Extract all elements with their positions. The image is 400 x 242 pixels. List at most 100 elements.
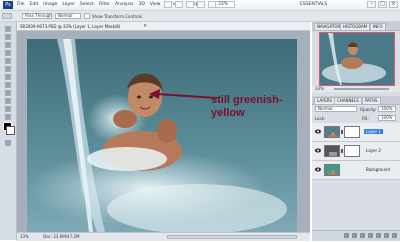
quick-select-tool-icon[interactable] (5, 50, 11, 56)
navigator-panel-header: NAVIGATOR HISTOGRAM INFO (312, 22, 400, 31)
close-document-icon[interactable]: × (143, 23, 147, 29)
view-tools (164, 1, 216, 8)
tab-channels[interactable]: CHANNELS (334, 97, 362, 105)
show-transform-checkbox[interactable] (84, 13, 90, 19)
tab-layers[interactable]: LAYERS (314, 97, 336, 105)
opacity-label: Opacity: (360, 107, 377, 112)
layer-mask-thumbnail[interactable] (344, 126, 360, 138)
navigator-thumbnail (320, 33, 394, 85)
layer-mask-thumbnail[interactable] (344, 145, 360, 157)
status-bar: 33% Doc: 23.6M/47.2M (17, 232, 310, 241)
layer-name[interactable]: Layer 2 (364, 148, 383, 153)
options-bar: Pass Through Normal Show Transform Contr… (0, 11, 400, 22)
photoshop-logo: Ps (3, 1, 13, 9)
minimize-icon[interactable]: – (367, 1, 376, 8)
mask-link-icon[interactable] (341, 130, 343, 134)
show-transform-label: Show Transform Controls (92, 14, 142, 19)
layer-row-background[interactable]: Background (312, 161, 400, 180)
navigator-preview[interactable] (319, 32, 395, 86)
background-color-swatch[interactable] (6, 126, 15, 135)
tab-paths[interactable]: PATHS (362, 97, 381, 105)
close-icon[interactable]: × (389, 1, 398, 8)
move-tool-icon[interactable] (5, 26, 11, 32)
horizontal-scrollbar[interactable] (167, 235, 297, 239)
layer-row-layer-2[interactable]: Layer 2 (312, 142, 400, 161)
application-bar: Ps File Edit Image Layer Select Filter A… (0, 0, 400, 11)
navigator-zoom-slider[interactable] (334, 88, 389, 90)
trash-icon[interactable] (392, 233, 397, 238)
healing-brush-tool-icon[interactable] (5, 74, 11, 80)
photo-canvas[interactable] (27, 39, 297, 232)
lock-label: Lock: (315, 116, 326, 121)
swimming-boy-photo (27, 39, 297, 232)
document-window: SR2009-0073.PSD @ 33% (Layer 1, Layer Ma… (17, 22, 310, 241)
pen-tool-icon[interactable] (5, 114, 11, 120)
hand-icon[interactable] (197, 1, 205, 8)
blend-row: Normal Opacity: 100% (312, 105, 400, 113)
document-tab-label: SR2009-0073.PSD @ 33% (Layer 1, Layer Ma… (20, 24, 121, 29)
marquee-tool-icon[interactable] (5, 34, 11, 40)
annotation-arrow (149, 89, 218, 99)
bridge-icon[interactable] (164, 1, 172, 8)
layer-thumbnail (324, 126, 340, 138)
quick-mask-icon[interactable] (5, 140, 11, 146)
status-zoom[interactable]: 33% (20, 234, 29, 239)
layers-panel-footer (312, 230, 400, 241)
crop-tool-icon[interactable] (5, 58, 11, 64)
menu-view[interactable]: View (150, 2, 161, 8)
layer-row-layer-1[interactable]: Layer 1 (312, 123, 400, 142)
brush-tool-icon[interactable] (5, 82, 11, 88)
eyedropper-tool-icon[interactable] (5, 66, 11, 72)
workspace-switcher[interactable]: ESSENTIALS (300, 2, 327, 7)
blend-mode-select[interactable]: Normal (315, 106, 357, 112)
annotation-text: still greenish-yellow (211, 94, 283, 119)
right-panels: NAVIGATOR HISTOGRAM INFO 33% LAYERS CHAN… (312, 22, 400, 241)
menu-edit[interactable]: Edit (30, 2, 39, 8)
fill-input[interactable]: 100% (378, 115, 396, 121)
new-group-icon[interactable] (376, 233, 381, 238)
lock-row: Lock: Fill: 100% (312, 114, 400, 122)
link-layers-icon[interactable] (344, 233, 349, 238)
zoom-level-select[interactable]: 33% (215, 1, 235, 8)
menu-file[interactable]: File (17, 2, 25, 8)
layer-style-icon[interactable] (352, 233, 357, 238)
menu-image[interactable]: Image (43, 2, 57, 8)
add-mask-icon[interactable] (360, 233, 365, 238)
layers-panel-header: LAYERS CHANNELS PATHS (312, 96, 400, 105)
layer-name[interactable]: Layer 1 (364, 129, 383, 134)
status-doc-size: Doc: 23.6M/47.2M (43, 234, 80, 239)
new-layer-icon[interactable] (384, 233, 389, 238)
layer-name[interactable]: Background (364, 167, 392, 172)
fill-label: Fill: (362, 116, 369, 121)
menu-analysis[interactable]: Analysis (115, 2, 134, 8)
auto-select-field[interactable]: Pass Through (22, 13, 52, 19)
menu-layer[interactable]: Layer (62, 2, 75, 8)
menu-3d[interactable]: 3D (138, 2, 144, 8)
layer-actions (344, 233, 397, 238)
layer-thumbnail (324, 164, 340, 176)
adjustment-layer-icon[interactable] (368, 233, 373, 238)
type-tool-icon[interactable] (5, 106, 11, 112)
eraser-tool-icon[interactable] (5, 98, 11, 104)
visibility-eye-icon[interactable] (315, 148, 321, 153)
menu-filter[interactable]: Filter (99, 2, 110, 8)
opacity-input[interactable]: 100% (378, 106, 396, 112)
navigator-zoom-bar: 33% (312, 86, 400, 92)
lasso-tool-icon[interactable] (5, 42, 11, 48)
document-tab[interactable]: SR2009-0073.PSD @ 33% (Layer 1, Layer Ma… (17, 22, 310, 31)
tab-info[interactable]: INFO (370, 23, 386, 31)
window-controls: – □ × (367, 1, 398, 8)
menu-select[interactable]: Select (80, 2, 94, 8)
mask-link-icon[interactable] (341, 149, 343, 153)
mini-bridge-icon[interactable] (175, 1, 183, 8)
grid-icon[interactable] (186, 1, 194, 8)
visibility-eye-icon[interactable] (315, 129, 321, 134)
maximize-icon[interactable]: □ (378, 1, 387, 8)
clone-stamp-tool-icon[interactable] (5, 90, 11, 96)
tab-histogram[interactable]: HISTOGRAM (340, 23, 371, 31)
tab-navigator[interactable]: NAVIGATOR (314, 23, 344, 31)
navigator-zoom-value[interactable]: 33% (315, 86, 324, 91)
move-tool-preset-icon[interactable] (2, 13, 12, 19)
mode-field[interactable]: Normal (55, 13, 81, 19)
visibility-eye-icon[interactable] (315, 167, 321, 172)
